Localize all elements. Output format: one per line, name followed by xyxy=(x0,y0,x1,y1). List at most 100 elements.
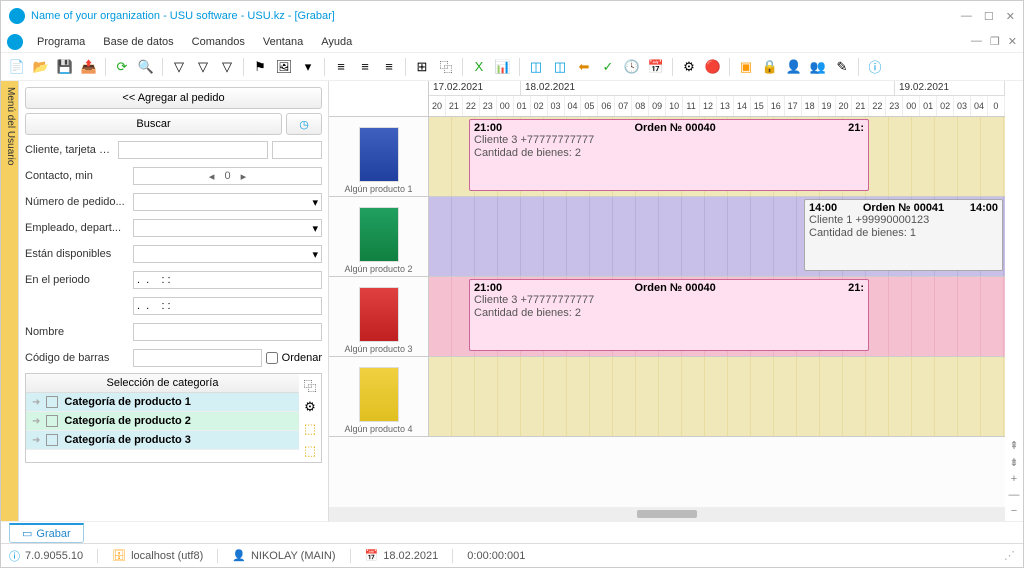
menu-logo-icon[interactable] xyxy=(7,34,23,50)
hour-cell: 16 xyxy=(768,96,785,116)
combo-empleado[interactable]: ▾ xyxy=(133,219,322,237)
tb-window2-icon[interactable]: ◫ xyxy=(550,57,570,77)
tb-user1-icon[interactable]: 👤 xyxy=(784,57,804,77)
tb-filter2-icon[interactable]: ▽ xyxy=(193,57,213,77)
maximize-button[interactable]: ☐ xyxy=(984,10,994,23)
order-block[interactable]: 14:00Orden № 0004114:00 Cliente 1 +99990… xyxy=(804,199,1003,271)
database-icon: 🗄 xyxy=(112,549,126,562)
menu-comandos[interactable]: Comandos xyxy=(184,34,253,50)
tb-excel-icon[interactable]: X xyxy=(469,57,489,77)
scroll-up-icon[interactable]: ⇞ xyxy=(1007,439,1021,452)
category-row[interactable]: ➜Categoría de producto 1 xyxy=(26,393,299,412)
tb-gear-icon[interactable]: ⚙ xyxy=(679,57,699,77)
zoom-in-icon[interactable]: + xyxy=(1007,473,1021,485)
resize-grip-icon[interactable]: ⋰ xyxy=(1004,549,1015,562)
mdi-close-button[interactable]: ✕ xyxy=(1008,35,1017,48)
stack1-icon[interactable]: ⬚ xyxy=(301,420,319,438)
input-tarjeta[interactable] xyxy=(272,141,322,159)
tb-image-icon[interactable]: 🖼 xyxy=(274,57,294,77)
tb-align3-icon[interactable]: ≡ xyxy=(379,57,399,77)
spin-next-icon[interactable]: ▸ xyxy=(241,170,247,183)
zoom-out-icon[interactable]: − xyxy=(1007,505,1021,517)
category-header: Selección de categoría xyxy=(26,374,299,393)
spin-contacto[interactable]: ◂0▸ xyxy=(133,167,322,185)
checkbox-ordenar[interactable] xyxy=(266,352,278,364)
stack2-icon[interactable]: ⬚ xyxy=(301,442,319,460)
product-thumb xyxy=(359,367,399,422)
tb-align1-icon[interactable]: ≡ xyxy=(331,57,351,77)
tb-filter1-icon[interactable]: ▽ xyxy=(169,57,189,77)
tb-refresh-icon[interactable]: ⟳ xyxy=(112,57,132,77)
tabbar: ▭Grabar xyxy=(1,521,1023,543)
tb-users-icon[interactable]: 👥 xyxy=(808,57,828,77)
product-cell[interactable]: Algún producto 3 xyxy=(329,277,429,356)
order-end: 14:00 xyxy=(970,202,998,214)
combo-disponibles[interactable]: ▾ xyxy=(133,245,322,263)
tb-info-icon[interactable]: ⓘ xyxy=(865,57,885,77)
input-periodo2[interactable] xyxy=(133,297,322,315)
menu-programa[interactable]: Programa xyxy=(29,34,93,50)
menu-basedatos[interactable]: Base de datos xyxy=(95,34,181,50)
add-to-order-button[interactable]: << Agregar al pedido xyxy=(25,87,322,109)
product-cell[interactable]: Algún producto 4 xyxy=(329,357,429,436)
tb-dropdown-icon[interactable]: ▾ xyxy=(298,57,318,77)
timeline-track[interactable]: 14:00Orden № 0004114:00 Cliente 1 +99990… xyxy=(429,197,1005,276)
hour-cell: 12 xyxy=(700,96,717,116)
date-cell: 19.02.2021 xyxy=(895,81,1005,95)
input-codigo[interactable] xyxy=(133,349,262,367)
tb-exit-icon[interactable]: ⬅ xyxy=(574,57,594,77)
search-button[interactable]: Buscar xyxy=(25,113,282,135)
combo-numpedido[interactable]: ▾ xyxy=(133,193,322,211)
tb-open-icon[interactable]: 📂 xyxy=(31,57,51,77)
compass-button[interactable]: ◷ xyxy=(286,113,322,135)
product-cell[interactable]: Algún producto 2 xyxy=(329,197,429,276)
tb-calendar-icon[interactable]: 📅 xyxy=(646,57,666,77)
category-checkbox[interactable] xyxy=(46,396,58,408)
tb-search-icon[interactable]: 🔍 xyxy=(136,57,156,77)
timeline-track[interactable] xyxy=(429,357,1005,436)
timeline-track[interactable]: 21:00Orden № 0004021: Cliente 3 +7777777… xyxy=(429,277,1005,356)
timeline-track[interactable]: 21:00Orden № 0004021: Cliente 3 +7777777… xyxy=(429,117,1005,196)
category-row[interactable]: ➜Categoría de producto 2 xyxy=(26,412,299,431)
zoom-handle-icon[interactable]: — xyxy=(1007,489,1021,501)
tb-export-icon[interactable]: 📤 xyxy=(79,57,99,77)
tab-grabar[interactable]: ▭Grabar xyxy=(9,523,84,543)
category-checkbox[interactable] xyxy=(46,415,58,427)
tb-copy-icon[interactable]: ⿻ xyxy=(436,57,456,77)
mdi-restore-button[interactable]: ❐ xyxy=(990,35,1000,48)
tb-filter3-icon[interactable]: ▽ xyxy=(217,57,237,77)
mdi-minimize-button[interactable]: — xyxy=(971,35,982,48)
input-nombre[interactable] xyxy=(133,323,322,341)
tb-flag-icon[interactable]: ⚑ xyxy=(250,57,270,77)
tb-check-icon[interactable]: ✓ xyxy=(598,57,618,77)
scroll-down-icon[interactable]: ⇟ xyxy=(1007,456,1021,469)
tb-tree-icon[interactable]: ⊞ xyxy=(412,57,432,77)
user-menu-tab[interactable]: Menú del Usuario xyxy=(1,81,19,521)
horizontal-scrollbar[interactable] xyxy=(329,507,1005,521)
gear-icon[interactable]: ⚙ xyxy=(301,398,319,416)
menu-ayuda[interactable]: Ayuda xyxy=(313,34,360,50)
tb-new-icon[interactable]: 📄 xyxy=(7,57,27,77)
tb-align2-icon[interactable]: ≡ xyxy=(355,57,375,77)
copy-icon[interactable]: ⿻ xyxy=(301,376,319,394)
spin-prev-icon[interactable]: ◂ xyxy=(209,170,215,183)
product-cell[interactable]: Algún producto 1 xyxy=(329,117,429,196)
hour-cell: 0 xyxy=(988,96,1005,116)
menu-ventana[interactable]: Ventana xyxy=(255,34,311,50)
tb-clock-icon[interactable]: 🕓 xyxy=(622,57,642,77)
tb-rss-icon[interactable]: ▣ xyxy=(736,57,756,77)
tb-pencil-icon[interactable]: ✎ xyxy=(832,57,852,77)
tb-window1-icon[interactable]: ◫ xyxy=(526,57,546,77)
input-cliente[interactable] xyxy=(118,141,268,159)
input-periodo1[interactable] xyxy=(133,271,322,289)
tb-color-icon[interactable]: 🔴 xyxy=(703,57,723,77)
tb-save-icon[interactable]: 💾 xyxy=(55,57,75,77)
order-block[interactable]: 21:00Orden № 0004021: Cliente 3 +7777777… xyxy=(469,279,869,351)
tb-lock-icon[interactable]: 🔒 xyxy=(760,57,780,77)
category-checkbox[interactable] xyxy=(46,434,58,446)
minimize-button[interactable]: — xyxy=(961,10,972,23)
tb-chart-icon[interactable]: 📊 xyxy=(493,57,513,77)
close-button[interactable]: ✕ xyxy=(1006,10,1015,23)
order-block[interactable]: 21:00Orden № 0004021: Cliente 3 +7777777… xyxy=(469,119,869,191)
category-row[interactable]: ➜Categoría de producto 3 xyxy=(26,431,299,450)
